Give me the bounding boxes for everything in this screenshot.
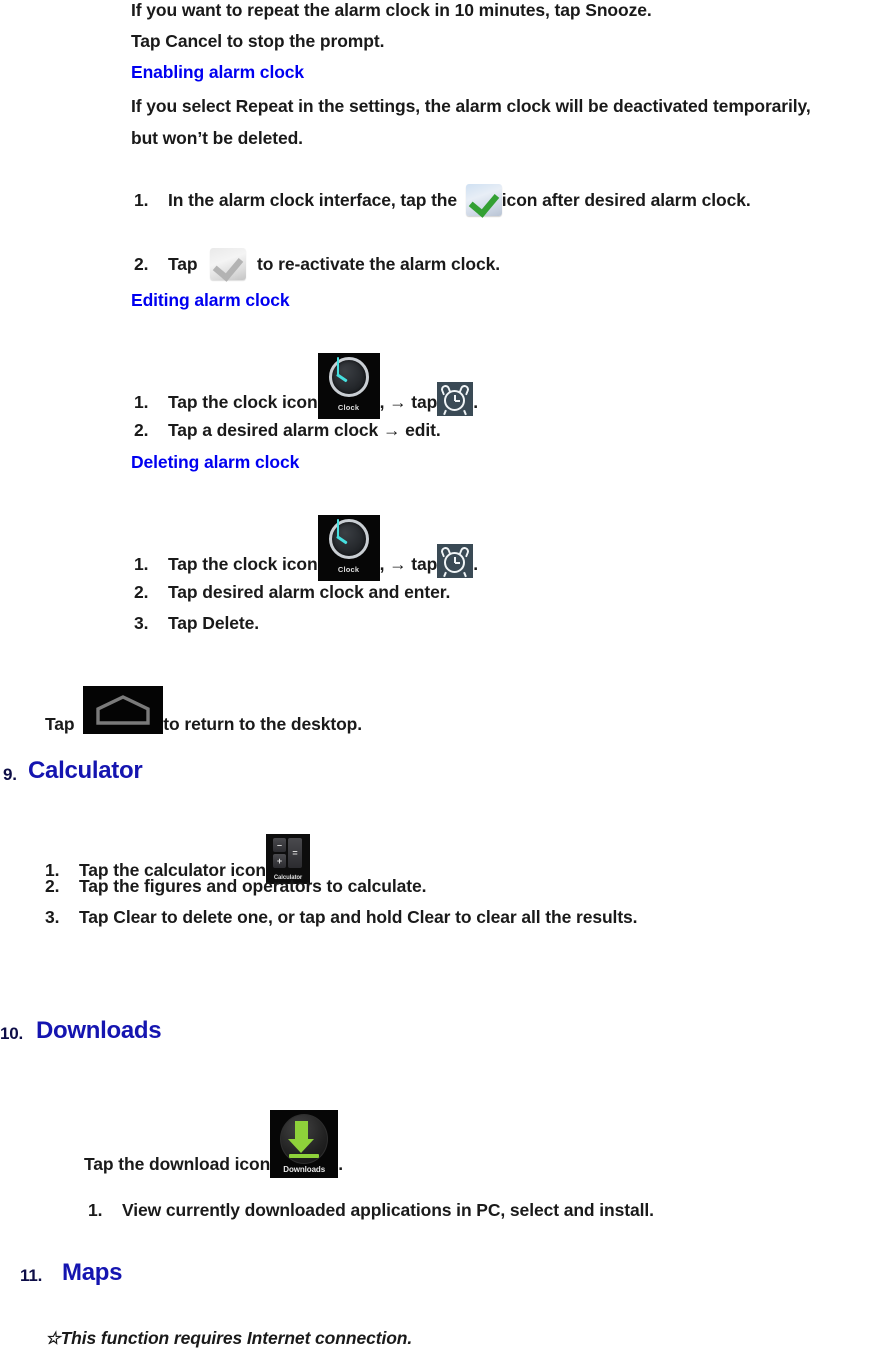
clock-icon-label: Clock <box>337 403 360 412</box>
downloads-arrow-shaft <box>295 1121 309 1141</box>
list-text-before: Tap <box>168 253 203 274</box>
list-text: Tap Clear to delete one, or tap and hold… <box>79 907 638 927</box>
list-number: 1. <box>88 1200 103 1220</box>
list-text: Tap a desired alarm clock → edit. <box>168 420 441 440</box>
list-number: 1. <box>134 391 149 412</box>
subheading-deleting-alarm-clock: Deleting alarm clock <box>131 452 300 472</box>
list-number: 2. <box>134 253 149 274</box>
list-item: 2. Tap desired alarm clock and enter. <box>134 582 450 603</box>
alarm-foot-left <box>443 409 448 416</box>
list-text-middle: , → tap <box>379 391 438 412</box>
clock-dial <box>328 519 369 559</box>
home-text-after: to return to the desktop. <box>163 713 363 734</box>
list-text: View currently downloaded applications i… <box>122 1200 654 1220</box>
alarm-minute-hand <box>454 562 460 564</box>
check-off-icon[interactable] <box>210 248 247 280</box>
home-key-instruction: Tap to return to the desktop. <box>45 686 363 748</box>
clock-app-icon[interactable]: Clock <box>317 353 380 419</box>
alarm-foot-right <box>463 409 468 416</box>
downloads-text-before: Tap the download icon <box>84 1153 271 1174</box>
list-text: Tap the figures and operators to calcula… <box>79 876 427 896</box>
paragraph-repeat-line-1: If you select Repeat in the settings, th… <box>131 96 811 116</box>
list-text-after: to re-activate the alarm clock. <box>252 253 501 274</box>
list-item: 3. Tap Clear to delete one, or tap and h… <box>45 907 638 928</box>
list-text-before: In the alarm clock interface, tap the <box>168 189 462 210</box>
calculator-key-minus: – <box>273 838 286 852</box>
list-text-middle: , → tap <box>379 553 438 574</box>
home-key-icon[interactable] <box>83 686 164 734</box>
downloads-arrow-head <box>288 1139 315 1153</box>
list-item: 1. View currently downloaded application… <box>88 1200 654 1221</box>
downloads-bar <box>289 1154 320 1158</box>
paragraph-cancel: Tap Cancel to stop the prompt. <box>131 31 385 51</box>
clock-app-icon[interactable]: Clock <box>317 515 380 581</box>
section-title-maps: Maps <box>62 1259 123 1286</box>
alarm-foot-left <box>443 571 448 578</box>
alarm-minute-hand <box>454 400 460 402</box>
alarm-clock-icon[interactable] <box>437 544 474 578</box>
calculator-key-equals: = <box>288 838 302 868</box>
list-number: 1. <box>134 189 149 210</box>
clock-icon-label: Clock <box>337 565 360 574</box>
list-item: 2. Tap a desired alarm clock → edit. <box>134 420 441 441</box>
list-number: 3. <box>134 613 149 633</box>
paragraph-repeat-line-2: but won’t be deleted. <box>131 128 303 148</box>
list-text-after: icon after desired alarm clock. <box>501 189 751 210</box>
section-title-calculator: Calculator <box>28 757 143 784</box>
section-number-10: 10. <box>0 1024 24 1043</box>
alarm-foot-right <box>463 571 468 578</box>
downloads-icon-label: Downloads <box>283 1165 326 1174</box>
downloads-app-icon[interactable]: Downloads <box>270 1110 339 1178</box>
clock-dial <box>328 357 369 397</box>
alarm-clock-icon[interactable] <box>437 382 474 416</box>
home-pentagon-glyph <box>96 695 150 725</box>
maps-internet-note: ☆This function requires Internet connect… <box>45 1328 413 1348</box>
list-number: 2. <box>134 420 149 440</box>
section-number-9: 9. <box>3 765 17 784</box>
list-number: 2. <box>134 582 149 602</box>
list-number: 3. <box>45 907 60 927</box>
list-text-after: . <box>473 553 478 574</box>
list-text-after: . <box>473 391 478 412</box>
list-item: 2. Tap the figures and operators to calc… <box>45 876 427 897</box>
check-on-icon[interactable] <box>465 184 502 216</box>
list-number: 2. <box>45 876 60 896</box>
subheading-enabling-alarm-clock: Enabling alarm clock <box>131 62 305 82</box>
section-number-11: 11. <box>20 1266 43 1285</box>
home-text-before: Tap <box>45 713 80 734</box>
section-title-downloads: Downloads <box>36 1017 162 1044</box>
list-number: 1. <box>134 553 149 574</box>
list-item: 1. In the alarm clock interface, tap the… <box>134 184 751 216</box>
list-item: 3. Tap Delete. <box>134 613 259 634</box>
subheading-editing-alarm-clock: Editing alarm clock <box>131 290 290 310</box>
list-text: Tap Delete. <box>168 613 259 633</box>
document-page: If you want to repeat the alarm clock in… <box>0 0 869 1352</box>
downloads-text-after: . <box>338 1153 343 1174</box>
paragraph-snooze: If you want to repeat the alarm clock in… <box>131 0 652 20</box>
list-text: Tap desired alarm clock and enter. <box>168 582 451 602</box>
calculator-key-plus: + <box>273 854 286 868</box>
downloads-instruction: Tap the download icon Downloads . <box>84 1110 343 1198</box>
list-text-before: Tap the clock icon <box>168 391 318 412</box>
list-text-before: Tap the clock icon <box>168 553 318 574</box>
list-item: 2. Tap to re-activate the alarm clock. <box>134 248 500 280</box>
